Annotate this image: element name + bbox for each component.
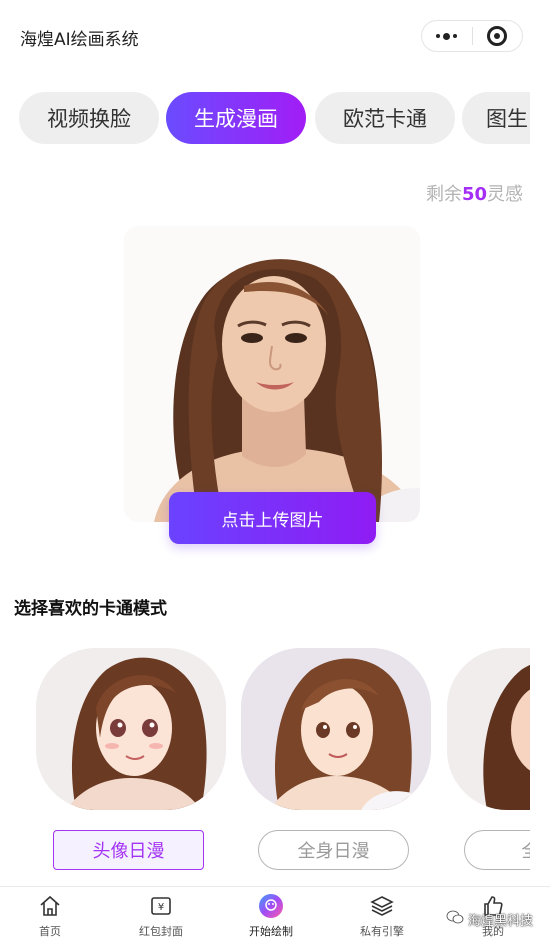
layers-icon — [369, 893, 395, 919]
mini-program-capsule — [421, 20, 523, 52]
tab-image-generate[interactable]: 图生 — [462, 92, 530, 144]
close-mini-program-button[interactable] — [472, 21, 522, 51]
style-button-fullbody[interactable]: 全身 — [464, 830, 530, 870]
app-title: 海煌AI绘画系统 — [20, 30, 139, 50]
svg-text:¥: ¥ — [158, 902, 164, 913]
red-envelope-icon: ¥ — [148, 893, 174, 919]
tabbar-label-red-envelope: 红包封面 — [139, 925, 183, 938]
cartoon-style-list: 头像日漫 全身日漫 — [0, 648, 530, 878]
credits-prefix: 剩余 — [425, 184, 462, 205]
home-icon — [37, 893, 63, 919]
style-button-anime-avatar[interactable]: 头像日漫 — [53, 830, 204, 870]
tab-generate-comic[interactable]: 生成漫画 — [166, 92, 306, 144]
style-preview-fullbody — [447, 648, 530, 810]
tab-video-face-swap[interactable]: 视频换脸 — [19, 92, 159, 144]
tab-western-cartoon[interactable]: 欧范卡通 — [315, 92, 455, 144]
credits-suffix: 灵感 — [487, 184, 523, 205]
tabbar-label-home: 首页 — [39, 925, 61, 938]
palette-icon — [258, 893, 284, 919]
style-card-fullbody[interactable]: 全身 — [447, 648, 530, 870]
wechat-icon — [446, 909, 464, 929]
tabbar-item-start-drawing[interactable]: 开始绘制 — [226, 893, 316, 939]
upload-image-button[interactable]: 点击上传图片 — [169, 492, 376, 544]
style-preview-anime-fullbody — [241, 648, 431, 810]
style-button-anime-fullbody[interactable]: 全身日漫 — [258, 830, 409, 870]
target-close-icon — [487, 26, 508, 46]
uploaded-photo-preview[interactable] — [124, 226, 420, 522]
tabbar-item-red-envelope[interactable]: ¥ 红包封面 — [116, 893, 206, 939]
more-button[interactable] — [422, 21, 472, 51]
tabbar-label-start-drawing: 开始绘制 — [249, 925, 293, 938]
remaining-credits: 剩余50灵感 — [426, 180, 523, 206]
style-card-anime-avatar[interactable]: 头像日漫 — [36, 648, 226, 870]
tabbar-item-home[interactable]: 首页 — [5, 893, 95, 939]
feature-tabs: 视频换脸 生成漫画 欧范卡通 图生 — [0, 92, 530, 148]
credits-count: 50 — [461, 184, 487, 205]
watermark: 海煌黑科技 — [446, 909, 533, 929]
tabbar-label-private-engine: 私有引擎 — [360, 925, 404, 938]
style-preview-anime-avatar — [36, 648, 226, 810]
watermark-text: 海煌黑科技 — [468, 913, 534, 929]
nav-header: 海煌AI绘画系统 — [0, 0, 550, 76]
tabbar-item-private-engine[interactable]: 私有引擎 — [337, 893, 427, 939]
cartoon-mode-title: 选择喜欢的卡通模式 — [14, 599, 167, 619]
portrait-photo — [124, 226, 420, 522]
style-card-anime-fullbody[interactable]: 全身日漫 — [241, 648, 431, 870]
more-dots-icon — [436, 32, 458, 40]
